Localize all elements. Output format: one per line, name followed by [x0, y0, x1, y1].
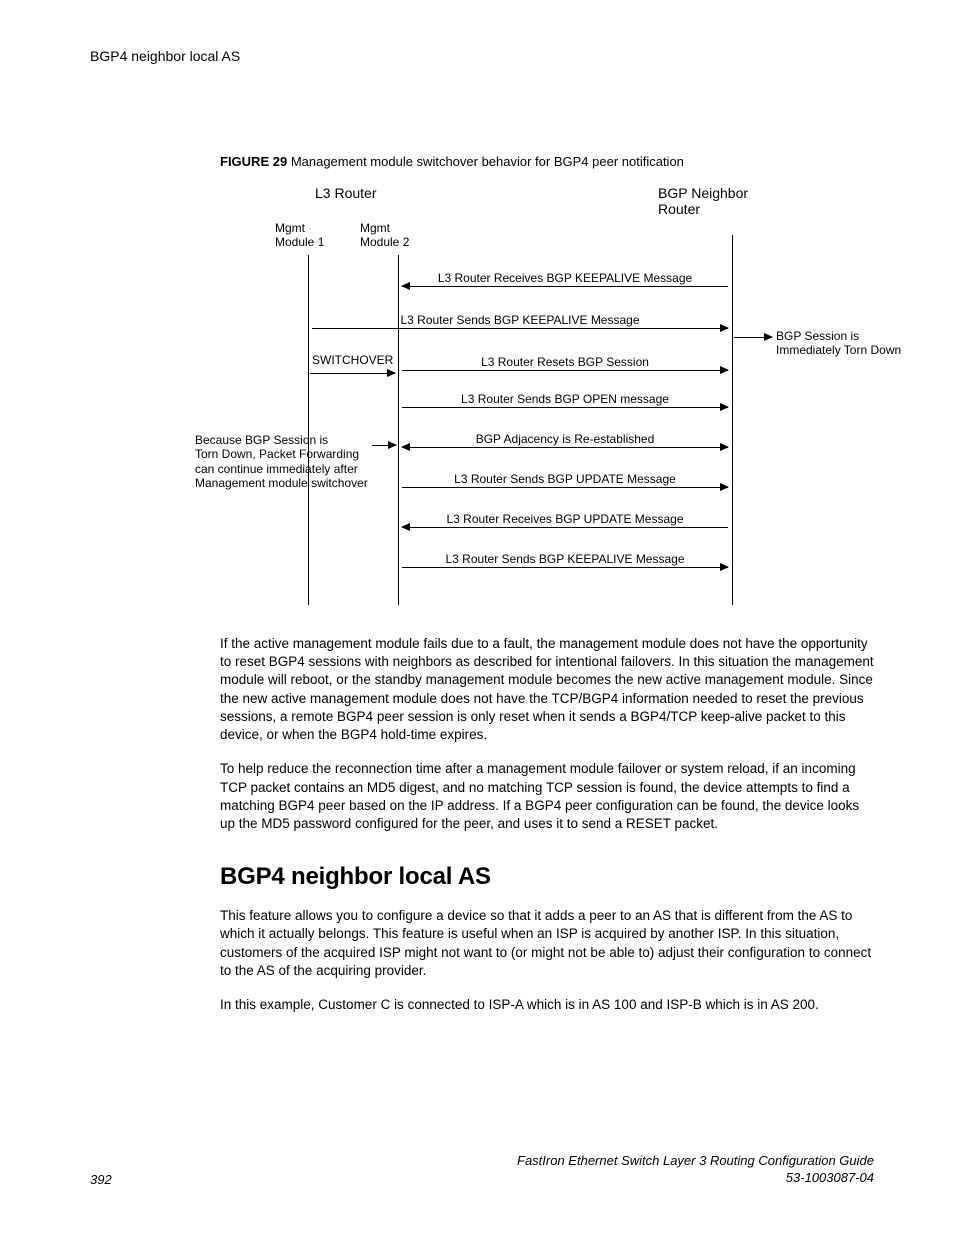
- page-number: 392: [90, 1172, 112, 1187]
- fig-arrow-4: [402, 447, 728, 448]
- figure-caption-text: Management module switchover behavior fo…: [291, 154, 684, 169]
- fig-msg-5: L3 Router Sends BGP UPDATE Message: [402, 472, 728, 486]
- fig-arrow-0: [402, 286, 728, 287]
- fig-arrow-7: [402, 567, 728, 568]
- section-paragraph-2: In this example, Customer C is connected…: [220, 996, 874, 1014]
- section-paragraph-1: This feature allows you to configure a d…: [220, 907, 874, 980]
- fig-msg-0: L3 Router Receives BGP KEEPALIVE Message: [402, 271, 728, 285]
- running-head: BGP4 neighbor local AS: [90, 48, 874, 64]
- fig-vline-neighbor: [732, 235, 733, 605]
- fig-vline-mgmt1: [308, 255, 309, 605]
- fig-arrow-2: [402, 370, 728, 371]
- fig-switchover-label: SWITCHOVER: [312, 353, 393, 367]
- fig-switchover-arrow: [310, 373, 395, 374]
- fig-msg-2: L3 Router Resets BGP Session: [402, 355, 728, 369]
- fig-msg-7: L3 Router Sends BGP KEEPALIVE Message: [402, 552, 728, 566]
- fig-arrow-5: [402, 487, 728, 488]
- doc-number: 53-1003087-04: [517, 1170, 874, 1187]
- fig-mgmt2-label: Mgmt Module 2: [360, 221, 409, 250]
- fig-msg-6: L3 Router Receives BGP UPDATE Message: [402, 512, 728, 526]
- page-footer: 392 FastIron Ethernet Switch Layer 3 Rou…: [90, 1153, 874, 1187]
- fig-arrow-1: [312, 328, 728, 329]
- figure-diagram: L3 Router BGP Neighbor Router Mgmt Modul…: [220, 185, 920, 615]
- fig-msg-1: L3 Router Sends BGP KEEPALIVE Message: [312, 313, 728, 327]
- figure-label: FIGURE 29: [220, 154, 287, 169]
- fig-l3-router-label: L3 Router: [315, 185, 376, 201]
- fig-left-note: Because BGP Session is Torn Down, Packet…: [195, 433, 368, 491]
- fig-arrow-6: [402, 527, 728, 528]
- fig-arrow-3: [402, 407, 728, 408]
- section-heading: BGP4 neighbor local AS: [220, 863, 874, 891]
- fig-vline-mgmt2: [398, 255, 399, 605]
- fig-msg-3: L3 Router Sends BGP OPEN message: [402, 392, 728, 406]
- fig-right-note: BGP Session is Immediately Torn Down: [776, 329, 901, 358]
- figure-caption: FIGURE 29 Management module switchover b…: [220, 154, 874, 169]
- fig-bgp-neighbor-label: BGP Neighbor Router: [658, 185, 748, 217]
- paragraph-2: To help reduce the reconnection time aft…: [220, 760, 874, 833]
- paragraph-1: If the active management module fails du…: [220, 635, 874, 744]
- fig-right-note-arrow: [734, 337, 772, 338]
- fig-left-note-arrow: [372, 445, 396, 446]
- doc-title: FastIron Ethernet Switch Layer 3 Routing…: [517, 1153, 874, 1170]
- fig-msg-4: BGP Adjacency is Re-established: [402, 432, 728, 446]
- fig-mgmt1-label: Mgmt Module 1: [275, 221, 324, 250]
